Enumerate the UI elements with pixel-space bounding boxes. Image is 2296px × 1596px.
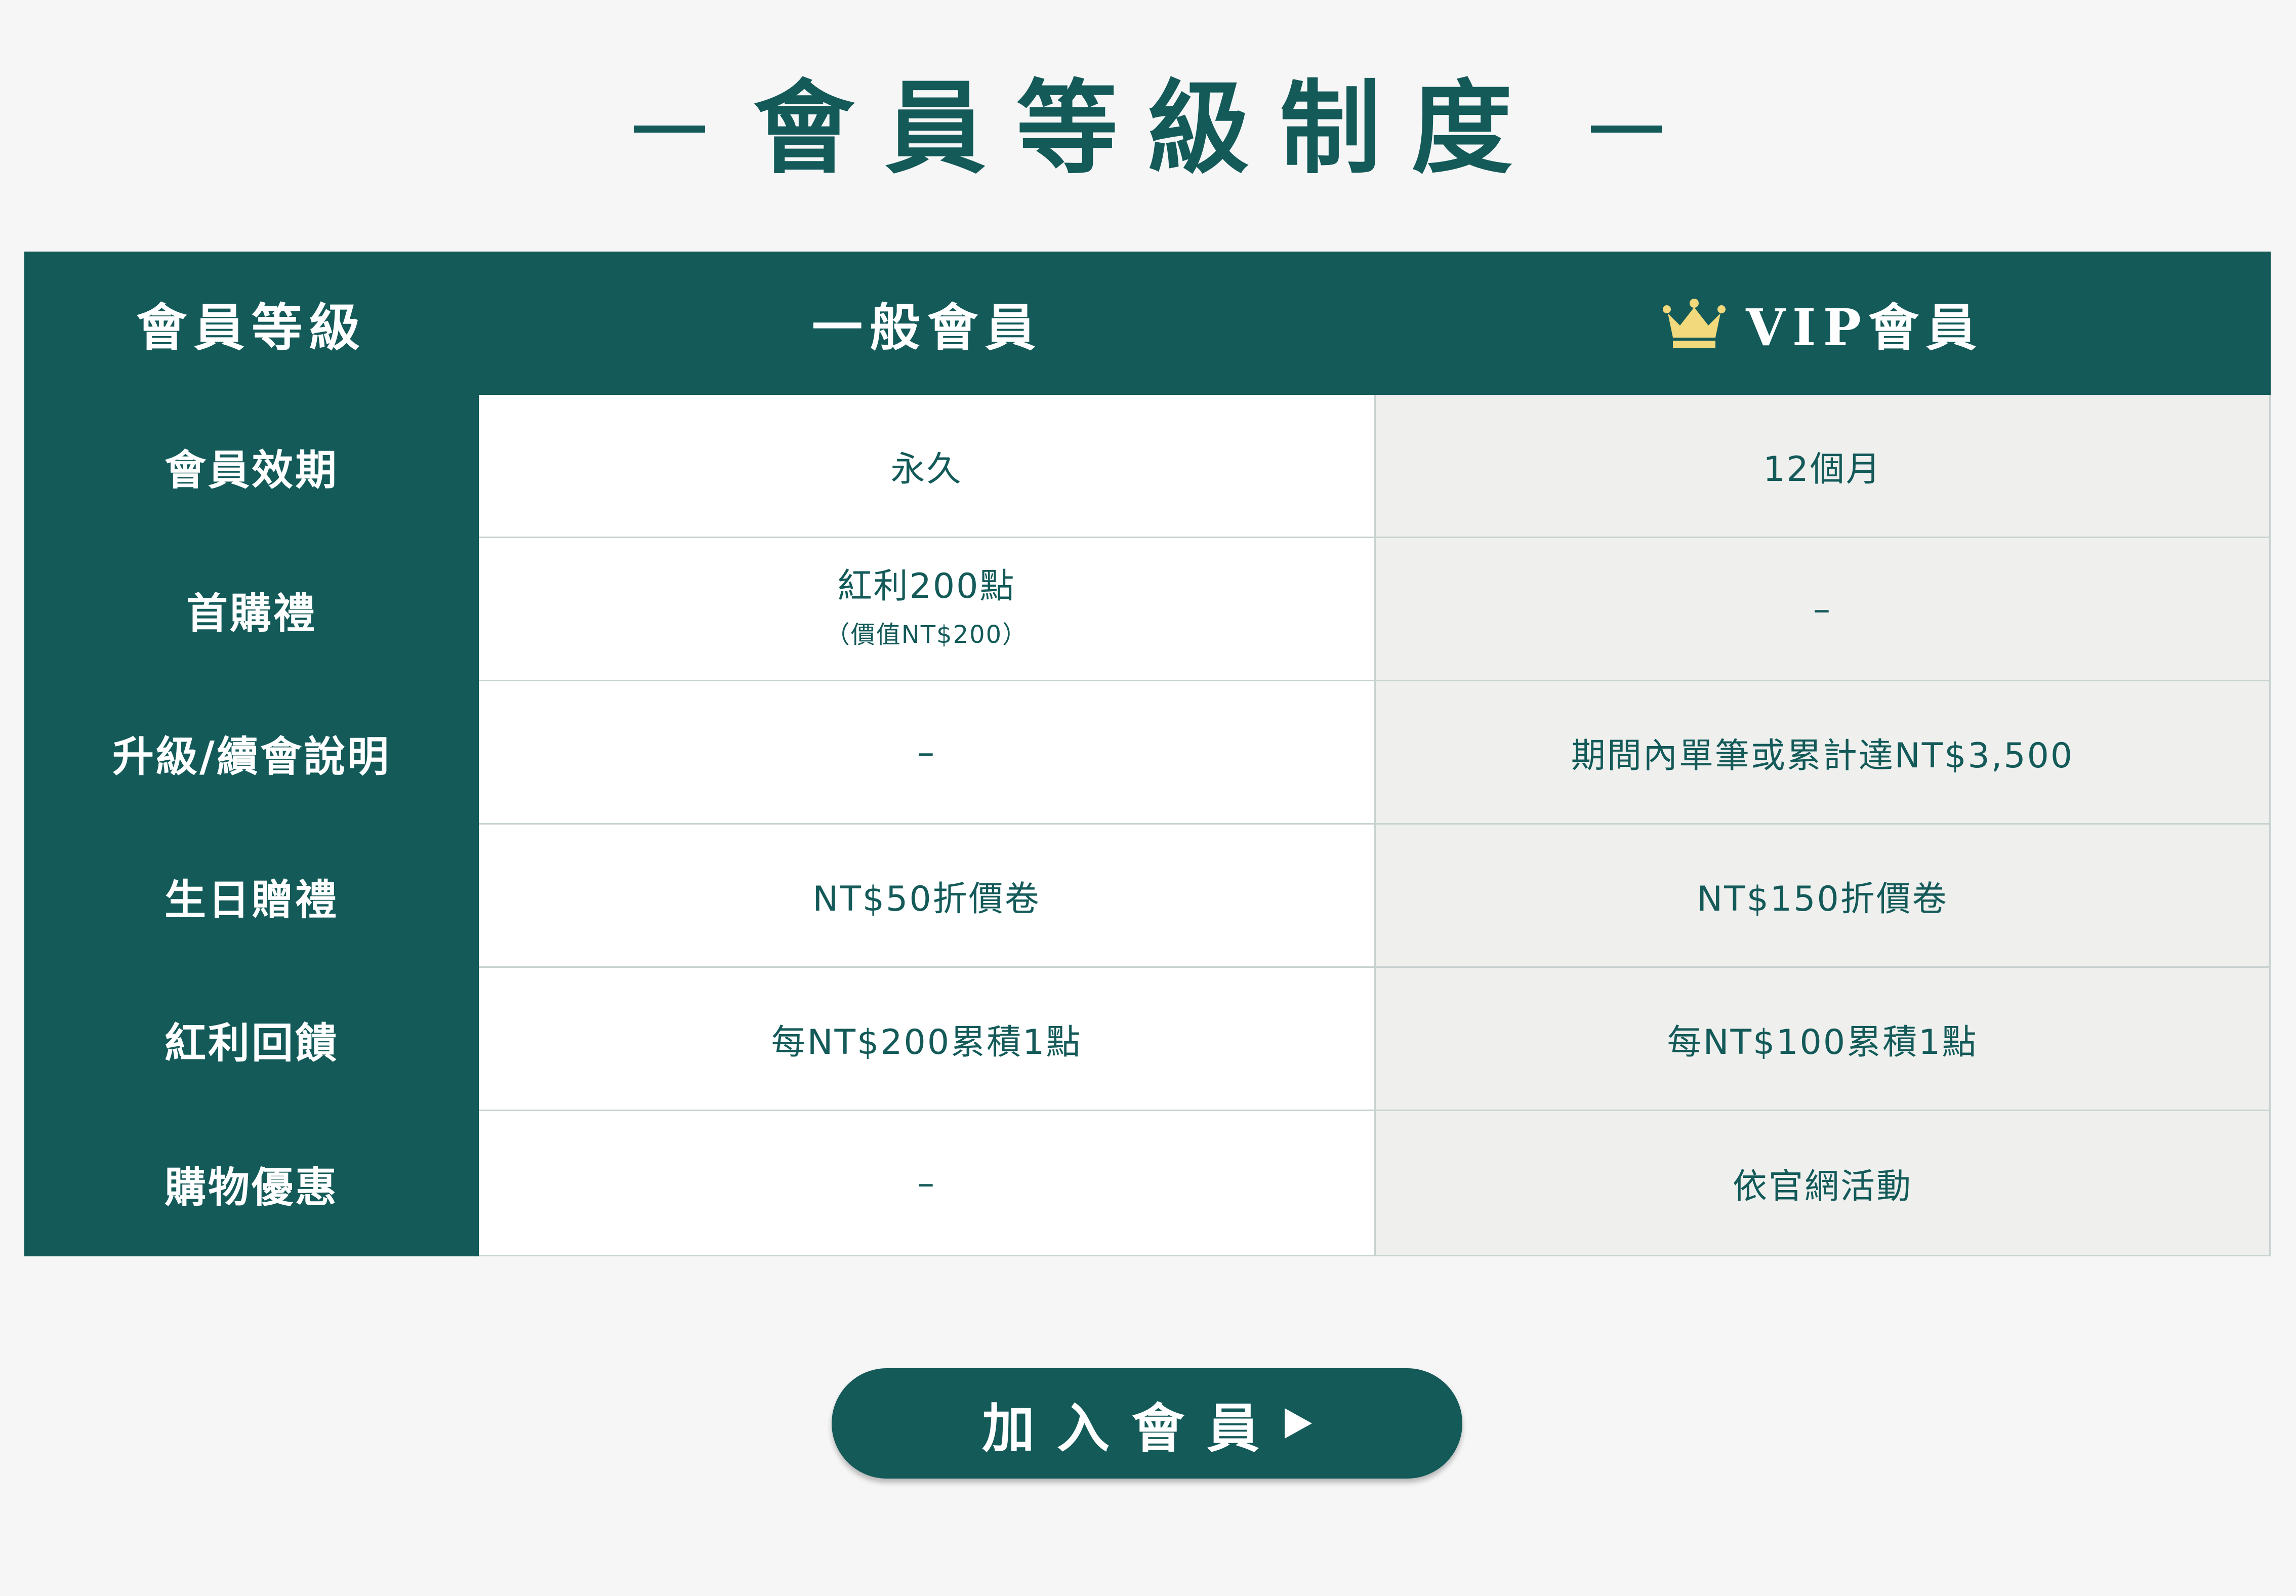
vip-cell: 期間內單筆或累計達NT$3,500 [1376,681,2271,825]
general-cell-value: 紅利200點 [837,566,1016,606]
row-label: 會員效期 [24,395,479,538]
header-vip-label: VIP會員 [1746,298,1984,357]
page-title-text: 會員等級制度 [753,70,1543,188]
join-member-label: 加入會員 [981,1397,1282,1459]
join-member-button[interactable]: 加入會員 [832,1368,1462,1479]
vip-cell: 依官網活動 [1376,1111,2271,1256]
header-vip-cell: VIP會員 [1376,252,2271,395]
header-label-cell: 會員等級 [24,252,479,395]
vip-header-inner: VIP會員 [1663,287,1984,360]
general-cell: – [479,1111,1376,1256]
title-dash-left [634,126,705,133]
vip-cell: NT$150折價卷 [1376,825,2271,968]
general-cell: – [479,681,1376,825]
vip-cell: 每NT$100累積1點 [1376,968,2271,1111]
row-label: 購物優惠 [24,1111,479,1256]
table-row: 紅利回饋 每NT$200累積1點 每NT$100累積1點 [24,968,2271,1111]
general-cell: 每NT$200累積1點 [479,968,1376,1111]
general-cell: NT$50折價卷 [479,825,1376,968]
row-label: 首購禮 [24,538,479,681]
general-cell: 永久 [479,395,1376,538]
page-title: 會員等級制度 [0,66,2296,192]
play-icon [1285,1408,1312,1439]
table-row: 首購禮 紅利200點 （價值NT$200） – [24,538,2271,681]
general-cell-note: （價值NT$200） [825,621,1028,649]
table-row: 購物優惠 – 依官網活動 [24,1111,2271,1256]
crown-icon [1663,298,1726,348]
table-row: 生日贈禮 NT$50折價卷 NT$150折價卷 [24,825,2271,968]
membership-tier-table: 會員等級 一般會員 VIP會員 會員效期 永久 12個月 首購禮 紅利200點 [24,252,2271,1256]
table-row: 會員效期 永久 12個月 [24,395,2271,538]
vip-cell: – [1376,538,2271,681]
vip-cell: 12個月 [1376,395,2271,538]
header-general-cell: 一般會員 [479,252,1376,395]
row-label: 生日贈禮 [24,825,479,968]
row-label: 紅利回饋 [24,968,479,1111]
row-label: 升級/續會說明 [24,681,479,825]
title-dash-right [1591,126,1662,133]
general-cell: 紅利200點 （價值NT$200） [479,538,1376,681]
table-header-row: 會員等級 一般會員 VIP會員 [24,252,2271,395]
table-row: 升級/續會說明 – 期間內單筆或累計達NT$3,500 [24,681,2271,825]
